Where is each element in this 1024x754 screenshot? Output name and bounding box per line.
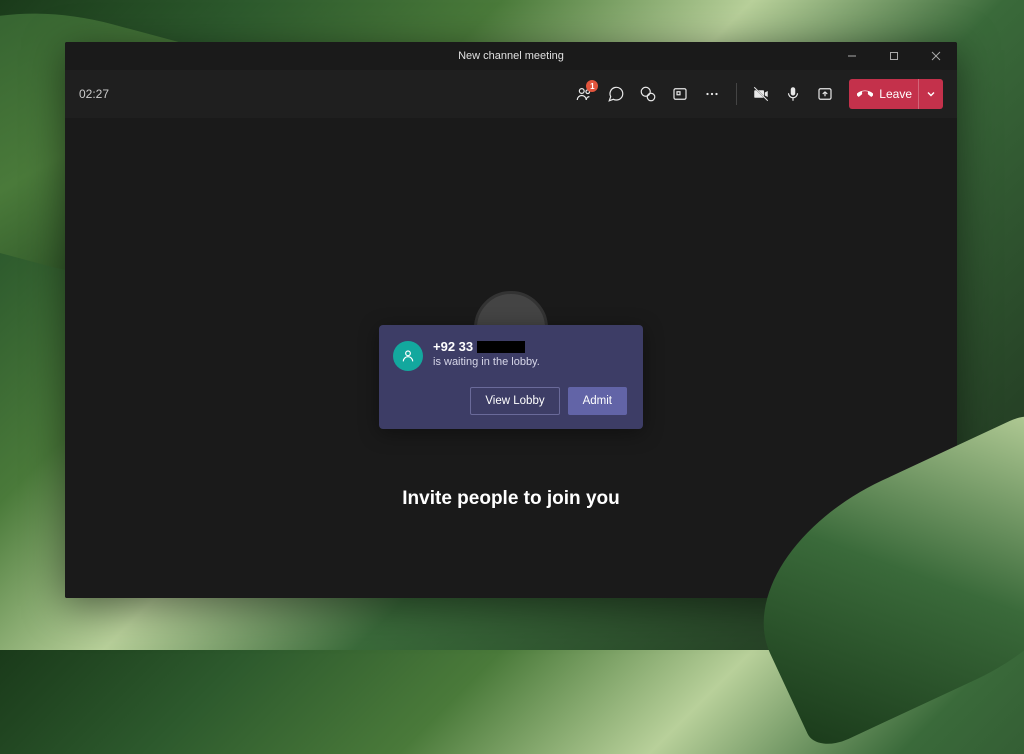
leave-chevron[interactable] bbox=[918, 79, 943, 109]
toolbar-divider bbox=[736, 83, 737, 105]
leave-button[interactable]: Leave bbox=[849, 79, 943, 109]
rooms-button[interactable] bbox=[664, 78, 696, 110]
maximize-button[interactable] bbox=[873, 42, 915, 70]
participants-badge: 1 bbox=[586, 80, 598, 92]
admit-button[interactable]: Admit bbox=[568, 387, 627, 415]
view-lobby-button[interactable]: View Lobby bbox=[470, 387, 559, 415]
invite-heading: Invite people to join you bbox=[65, 488, 957, 510]
app-window: New channel meeting 02:27 1 bbox=[65, 42, 957, 598]
redacted-number bbox=[477, 341, 525, 353]
chat-button[interactable] bbox=[600, 78, 632, 110]
participants-button[interactable]: 1 bbox=[568, 78, 600, 110]
meeting-stage: +92 33 is waiting in the lobby. View Lob… bbox=[65, 118, 957, 598]
close-button[interactable] bbox=[915, 42, 957, 70]
camera-button[interactable] bbox=[745, 78, 777, 110]
lobby-subtitle: is waiting in the lobby. bbox=[433, 356, 540, 368]
call-timer: 02:27 bbox=[79, 87, 109, 101]
caller-number: +92 33 bbox=[433, 339, 540, 354]
hangup-icon bbox=[857, 86, 873, 102]
meeting-toolbar: 02:27 1 Leave bbox=[65, 70, 957, 118]
title-bar: New channel meeting bbox=[65, 42, 957, 70]
lobby-notification: +92 33 is waiting in the lobby. View Lob… bbox=[379, 325, 643, 429]
minimize-button[interactable] bbox=[831, 42, 873, 70]
more-actions-button[interactable] bbox=[696, 78, 728, 110]
caller-avatar-icon bbox=[393, 341, 423, 371]
share-button[interactable] bbox=[809, 78, 841, 110]
leave-label: Leave bbox=[879, 87, 918, 101]
window-title: New channel meeting bbox=[458, 50, 564, 62]
mic-button[interactable] bbox=[777, 78, 809, 110]
reactions-button[interactable] bbox=[632, 78, 664, 110]
